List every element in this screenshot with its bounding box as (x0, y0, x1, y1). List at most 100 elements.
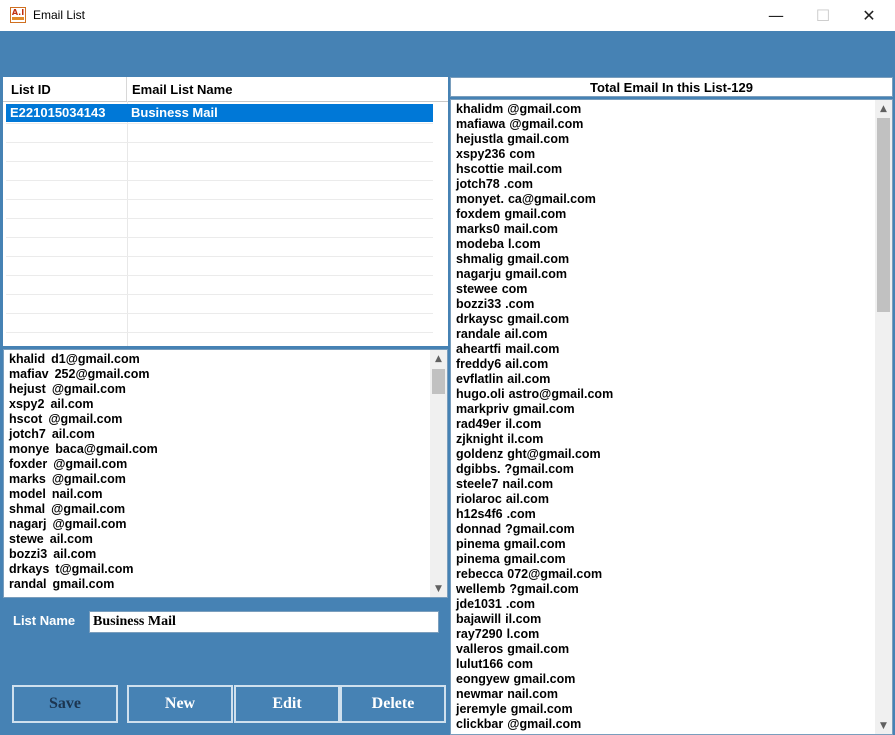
right-scroll-down-icon[interactable]: ▼ (875, 717, 892, 734)
list-item[interactable]: dgibbs. ?gmail.com (456, 462, 574, 477)
list-item[interactable]: bozzi33 .com (456, 297, 534, 312)
list-item[interactable]: randale ail.com (456, 327, 548, 342)
list-item[interactable]: monye baca@gmail.com (9, 442, 158, 457)
list-item[interactable]: evflatlin ail.com (456, 372, 550, 387)
email-prefix: freddy6 (456, 357, 502, 371)
list-item[interactable]: pinema gmail.com (456, 537, 566, 552)
close-button[interactable]: ✕ (846, 0, 892, 31)
delete-button[interactable]: Delete (340, 685, 446, 723)
email-suffix: ?gmail.com (504, 462, 574, 476)
list-item[interactable]: shmal @gmail.com (9, 502, 125, 517)
save-button[interactable]: Save (12, 685, 118, 723)
email-suffix: il.com (505, 612, 542, 626)
list-item[interactable]: zjknight il.com (456, 432, 543, 447)
list-item[interactable]: hejustla gmail.com (456, 132, 569, 147)
list-item[interactable]: modeba l.com (456, 237, 541, 252)
left-listbox-scrollbar[interactable]: ▲ ▼ (430, 350, 447, 597)
grid-line (6, 294, 433, 295)
new-button[interactable]: New (127, 685, 233, 723)
list-item[interactable]: h12s4f6 .com (456, 507, 536, 522)
email-suffix: ?gmail.com (505, 522, 575, 536)
list-item[interactable]: khalid d1@gmail.com (9, 352, 140, 367)
email-prefix: aheartfi (456, 342, 502, 356)
list-item[interactable]: xspy236 com (456, 147, 535, 162)
list-item[interactable]: khalidm @gmail.com (456, 102, 581, 117)
email-suffix: d1@gmail.com (51, 352, 140, 366)
list-item[interactable]: freddy6 ail.com (456, 357, 548, 372)
list-item[interactable]: lulut166 com (456, 657, 533, 672)
list-item[interactable]: markpriv gmail.com (456, 402, 575, 417)
list-item[interactable]: marks0 mail.com (456, 222, 558, 237)
list-item[interactable]: nagarj @gmail.com (9, 517, 127, 532)
column-header-email-list-name[interactable]: Email List Name (127, 77, 432, 101)
list-item[interactable]: hejust @gmail.com (9, 382, 126, 397)
list-item[interactable]: jeremyle gmail.com (456, 702, 573, 717)
list-item[interactable]: pinema gmail.com (456, 552, 566, 567)
list-item[interactable]: stewe ail.com (9, 532, 93, 547)
list-item[interactable]: jde1031 .com (456, 597, 535, 612)
email-suffix: gmail.com (505, 267, 567, 281)
grid-row[interactable]: E221015034143 Business Mail (6, 104, 433, 122)
list-item[interactable]: valleros gmail.com (456, 642, 569, 657)
list-item[interactable]: foxdem gmail.com (456, 207, 566, 222)
list-item[interactable]: goldenz ght@gmail.com (456, 447, 601, 462)
list-item[interactable]: clickbar @gmail.com (456, 717, 581, 732)
left-scroll-thumb[interactable] (432, 369, 445, 394)
email-suffix: t@gmail.com (55, 562, 134, 576)
email-suffix: @gmail.com (51, 472, 126, 486)
list-item[interactable]: riolaroc ail.com (456, 492, 549, 507)
right-scroll-up-icon[interactable]: ▲ (875, 100, 892, 117)
email-prefix: hscottie (456, 162, 504, 176)
list-item[interactable]: aheartfi mail.com (456, 342, 559, 357)
list-item[interactable]: mafiav 252@gmail.com (9, 367, 149, 382)
window-title: Email List (33, 8, 86, 22)
email-suffix: gmail.com (513, 672, 576, 686)
list-item[interactable]: eongyew gmail.com (456, 672, 575, 687)
email-suffix: gmail.com (510, 702, 573, 716)
list-item[interactable]: stewee com (456, 282, 527, 297)
list-item[interactable]: foxder @gmail.com (9, 457, 127, 472)
list-item[interactable]: bozzi3 ail.com (9, 547, 96, 562)
list-item[interactable]: mafiawa @gmail.com (456, 117, 583, 132)
list-item[interactable]: hscot @gmail.com (9, 412, 122, 427)
list-item[interactable]: model nail.com (9, 487, 103, 502)
email-suffix: nail.com (51, 487, 103, 501)
list-item[interactable]: xspy2 ail.com (9, 397, 94, 412)
list-item[interactable]: steele7 nail.com (456, 477, 553, 492)
list-item[interactable]: jotch78 .com (456, 177, 533, 192)
list-item[interactable]: shmalig gmail.com (456, 252, 569, 267)
list-item[interactable]: randal gmail.com (9, 577, 114, 592)
list-item[interactable]: drkaysc gmail.com (456, 312, 569, 327)
email-prefix: jotch78 (456, 177, 500, 191)
maximize-button[interactable]: ☐ (800, 0, 846, 31)
minimize-button[interactable]: — (753, 0, 799, 31)
list-item[interactable]: rebecca 072@gmail.com (456, 567, 602, 582)
right-listbox-scrollbar[interactable]: ▲ ▼ (875, 100, 892, 734)
list-item[interactable]: hscottie mail.com (456, 162, 562, 177)
list-item[interactable]: jotch7 ail.com (9, 427, 95, 442)
left-email-listbox[interactable]: khalid d1@gmail.com mafiav 252@gmail.com hej… (3, 349, 448, 598)
list-item[interactable]: donnad ?gmail.com (456, 522, 575, 537)
left-scroll-down-icon[interactable]: ▼ (430, 580, 447, 597)
email-list-grid[interactable]: List ID Email List Name E221015034143 Bu… (3, 77, 448, 346)
column-header-list-id[interactable]: List ID (6, 77, 127, 101)
list-item[interactable]: nagarju gmail.com (456, 267, 567, 282)
list-name-input[interactable]: Business Mail (89, 611, 439, 633)
list-item[interactable]: monyet. ca@gmail.com (456, 192, 596, 207)
list-item[interactable]: wellemb ?gmail.com (456, 582, 579, 597)
right-email-listbox[interactable]: khalidm @gmail.com mafiawa @gmail.com hejust… (450, 99, 893, 735)
email-suffix: @gmail.com (51, 502, 126, 516)
email-prefix: eongyew (456, 672, 510, 686)
left-scroll-up-icon[interactable]: ▲ (430, 350, 447, 367)
email-prefix: newmar (456, 687, 504, 701)
list-item[interactable]: hugo.oli astro@gmail.com (456, 387, 613, 402)
edit-button[interactable]: Edit (234, 685, 340, 723)
list-item[interactable]: drkays t@gmail.com (9, 562, 134, 577)
right-scroll-thumb[interactable] (877, 118, 890, 312)
list-item[interactable]: bajawill il.com (456, 612, 541, 627)
list-item[interactable]: newmar nail.com (456, 687, 558, 702)
list-item[interactable]: rad49er il.com (456, 417, 541, 432)
list-item[interactable]: marks @gmail.com (9, 472, 126, 487)
grid-header: List ID Email List Name (3, 77, 448, 102)
list-item[interactable]: ray7290 l.com (456, 627, 539, 642)
